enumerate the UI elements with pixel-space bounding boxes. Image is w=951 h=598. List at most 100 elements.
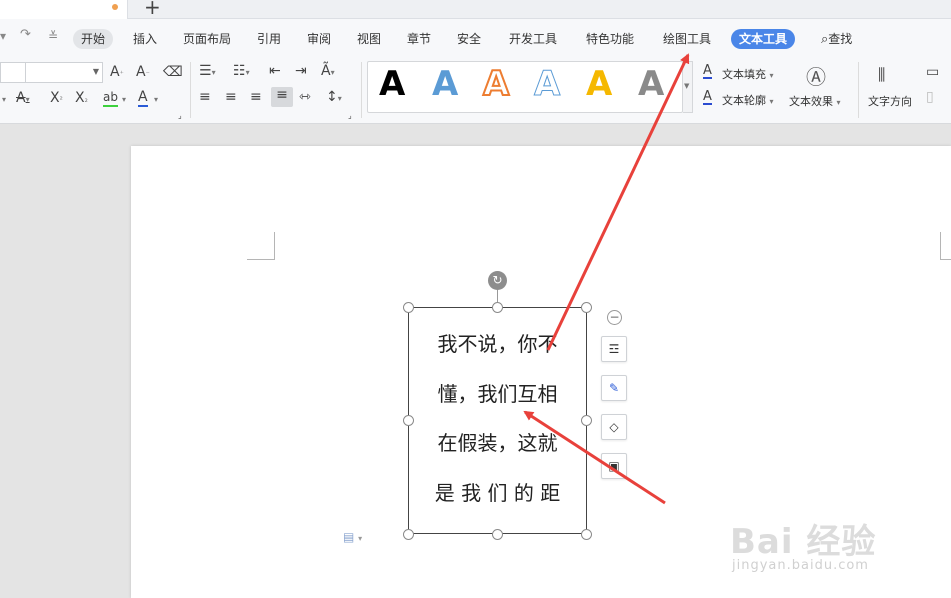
style-gray-letter[interactable]: A <box>638 64 664 104</box>
menu-start[interactable]: 开始 <box>73 29 114 49</box>
justify-icon[interactable]: ≡ <box>271 87 293 107</box>
text-fill-button[interactable]: 文本填充 ▾ <box>722 66 774 82</box>
style-black-letter[interactable]: A <box>379 64 405 104</box>
strikethrough-icon[interactable]: A▾ <box>16 90 30 108</box>
resize-handle[interactable] <box>403 529 414 540</box>
redo-icon[interactable]: ↷ <box>20 27 31 42</box>
textbox-horizontal-icon[interactable]: ▭ <box>926 64 939 80</box>
increase-indent-icon[interactable]: ⇥ <box>295 63 307 79</box>
underline-caret-icon[interactable]: ▾ <box>2 90 6 108</box>
highlight-icon[interactable]: ab <box>103 89 118 107</box>
menu-insert[interactable]: 插入 <box>125 29 165 49</box>
menu-text-tools[interactable]: 文本工具 <box>731 29 796 49</box>
text-box-line: 懂，我们互相 <box>437 382 558 406</box>
menu-developer[interactable]: 开发工具 <box>501 29 565 49</box>
resize-handle[interactable] <box>492 302 503 313</box>
fill-bucket-icon[interactable]: ◇ <box>601 414 627 440</box>
ribbon-divider <box>858 62 859 118</box>
search-label: 查找 <box>828 32 853 46</box>
chevron-down-icon: ▼ <box>92 67 99 76</box>
menu-bar: ▾ ↷ ≚ 开始 插入 页面布局 引用 审阅 视图 章节 安全 开发工具 特色功… <box>0 19 951 58</box>
unsaved-dot-icon <box>112 4 118 10</box>
page-corner-mark <box>940 232 951 260</box>
font-size-select[interactable]: ▼ <box>0 62 103 83</box>
chevron-down-icon: ▼ <box>684 82 690 90</box>
grow-font-icon[interactable]: A⁺ <box>110 64 124 82</box>
superscript-icon[interactable]: X² <box>50 90 63 108</box>
text-direction-label[interactable]: 文字方向 <box>868 93 912 109</box>
watermark-brand: Bai 经验 <box>730 522 877 562</box>
decrease-indent-icon[interactable]: ⇤ <box>269 63 281 79</box>
align-right-icon[interactable]: ≡ <box>250 89 262 105</box>
menu-drawing-tools[interactable]: 绘图工具 <box>655 29 719 49</box>
outline-icon[interactable]: ▣ <box>601 453 627 479</box>
ribbon-toolbar: ▼ A⁺ A⁻ ⌫ ▾ A▾ X² X₂ ab ▾ A ▾ ⌟ ☰▾ ☷▾ ⇤ … <box>0 58 951 124</box>
text-fill-icon[interactable]: A <box>703 64 712 79</box>
numbered-list-icon[interactable]: ☷▾ <box>233 63 250 81</box>
resize-handle[interactable] <box>581 415 592 426</box>
collapse-icon[interactable]: − <box>607 310 622 325</box>
baidu-watermark: Bai 经验 jingyan.baidu.com <box>730 514 945 598</box>
new-tab-icon[interactable]: + <box>144 0 161 18</box>
shape-style-icon[interactable]: ✎ <box>601 375 627 401</box>
textbox-vertical-icon[interactable]: ▯ <box>926 89 934 105</box>
text-box-line: 我不说，你不 <box>437 332 558 356</box>
font-dialog-launcher-icon[interactable]: ⌟ <box>178 108 182 124</box>
text-outline-label: 文本轮廓 <box>722 94 766 107</box>
style-blue-outline-letter[interactable]: A <box>533 64 560 105</box>
watermark-url: jingyan.baidu.com <box>732 558 869 573</box>
page-corner-mark <box>247 232 275 260</box>
text-fill-label: 文本填充 <box>722 68 766 81</box>
layout-options-icon[interactable]: ☲ <box>601 336 627 362</box>
style-gold-letter[interactable]: A <box>586 64 612 104</box>
text-effect-icon[interactable]: Ⓐ <box>806 66 826 88</box>
text-effect-button[interactable]: 文本效果 ▾ <box>789 93 841 109</box>
text-box-line: 在假装，这就 <box>437 431 558 455</box>
distribute-icon[interactable]: ⇿ <box>299 89 311 105</box>
resize-handle[interactable] <box>492 529 503 540</box>
rotate-handle-icon[interactable]: ↻ <box>488 271 507 290</box>
menu-references[interactable]: 引用 <box>249 29 289 49</box>
style-blue-letter[interactable]: A <box>432 64 458 104</box>
clear-format-icon[interactable]: ⌫ <box>163 64 183 80</box>
menu-page-layout[interactable]: 页面布局 <box>175 29 239 49</box>
menu-security[interactable]: 安全 <box>449 29 489 49</box>
font-box-divider <box>25 63 26 82</box>
line-spacing-icon[interactable]: ↕▾ <box>326 89 342 107</box>
menu-search[interactable]: ⌕查找 <box>815 29 860 49</box>
resize-handle[interactable] <box>403 415 414 426</box>
align-center-icon[interactable]: ≡ <box>225 89 237 105</box>
menu-review[interactable]: 审阅 <box>299 29 339 49</box>
text-direction-small-icon[interactable]: A͂▾ <box>321 63 335 81</box>
resize-handle[interactable] <box>581 529 592 540</box>
gallery-scroll[interactable]: ▼ <box>683 61 693 113</box>
style-orange-outline-letter[interactable]: A <box>482 63 510 105</box>
resize-handle[interactable] <box>581 302 592 313</box>
menu-features[interactable]: 特色功能 <box>578 29 642 49</box>
font-color-caret-icon[interactable]: ▾ <box>154 90 158 108</box>
bullet-list-icon[interactable]: ☰▾ <box>199 63 216 81</box>
shrink-font-icon[interactable]: A⁻ <box>136 64 150 82</box>
rotate-stem <box>497 290 498 302</box>
text-box-line: 是 我 们 的 距 <box>434 481 561 505</box>
ribbon-divider <box>361 62 362 118</box>
font-color-icon[interactable]: A <box>138 89 148 107</box>
text-box[interactable]: 我不说，你不 懂，我们互相 在假装，这就 是 我 们 的 距 <box>408 307 587 534</box>
text-style-gallery <box>367 61 683 113</box>
subscript-icon[interactable]: X₂ <box>75 90 88 108</box>
align-left-icon[interactable]: ≡ <box>199 89 211 105</box>
menu-view[interactable]: 视图 <box>349 29 389 49</box>
document-tab[interactable] <box>0 0 128 19</box>
ribbon-divider <box>190 62 191 118</box>
undo-caret-icon[interactable]: ▾ <box>0 29 6 43</box>
text-outline-button[interactable]: 文本轮廓 ▾ <box>722 92 774 108</box>
text-direction-icon[interactable]: ⫼ <box>878 64 885 86</box>
menu-section[interactable]: 章节 <box>399 29 439 49</box>
paste-options-icon[interactable]: ▤ ▾ <box>343 530 362 544</box>
document-tab-strip: + <box>0 0 951 19</box>
resize-handle[interactable] <box>403 302 414 313</box>
quick-access-more-icon[interactable]: ≚ <box>48 29 58 43</box>
text-outline-icon[interactable]: A <box>703 90 712 105</box>
paragraph-dialog-launcher-icon[interactable]: ⌟ <box>348 108 352 124</box>
highlight-caret-icon[interactable]: ▾ <box>122 90 126 108</box>
